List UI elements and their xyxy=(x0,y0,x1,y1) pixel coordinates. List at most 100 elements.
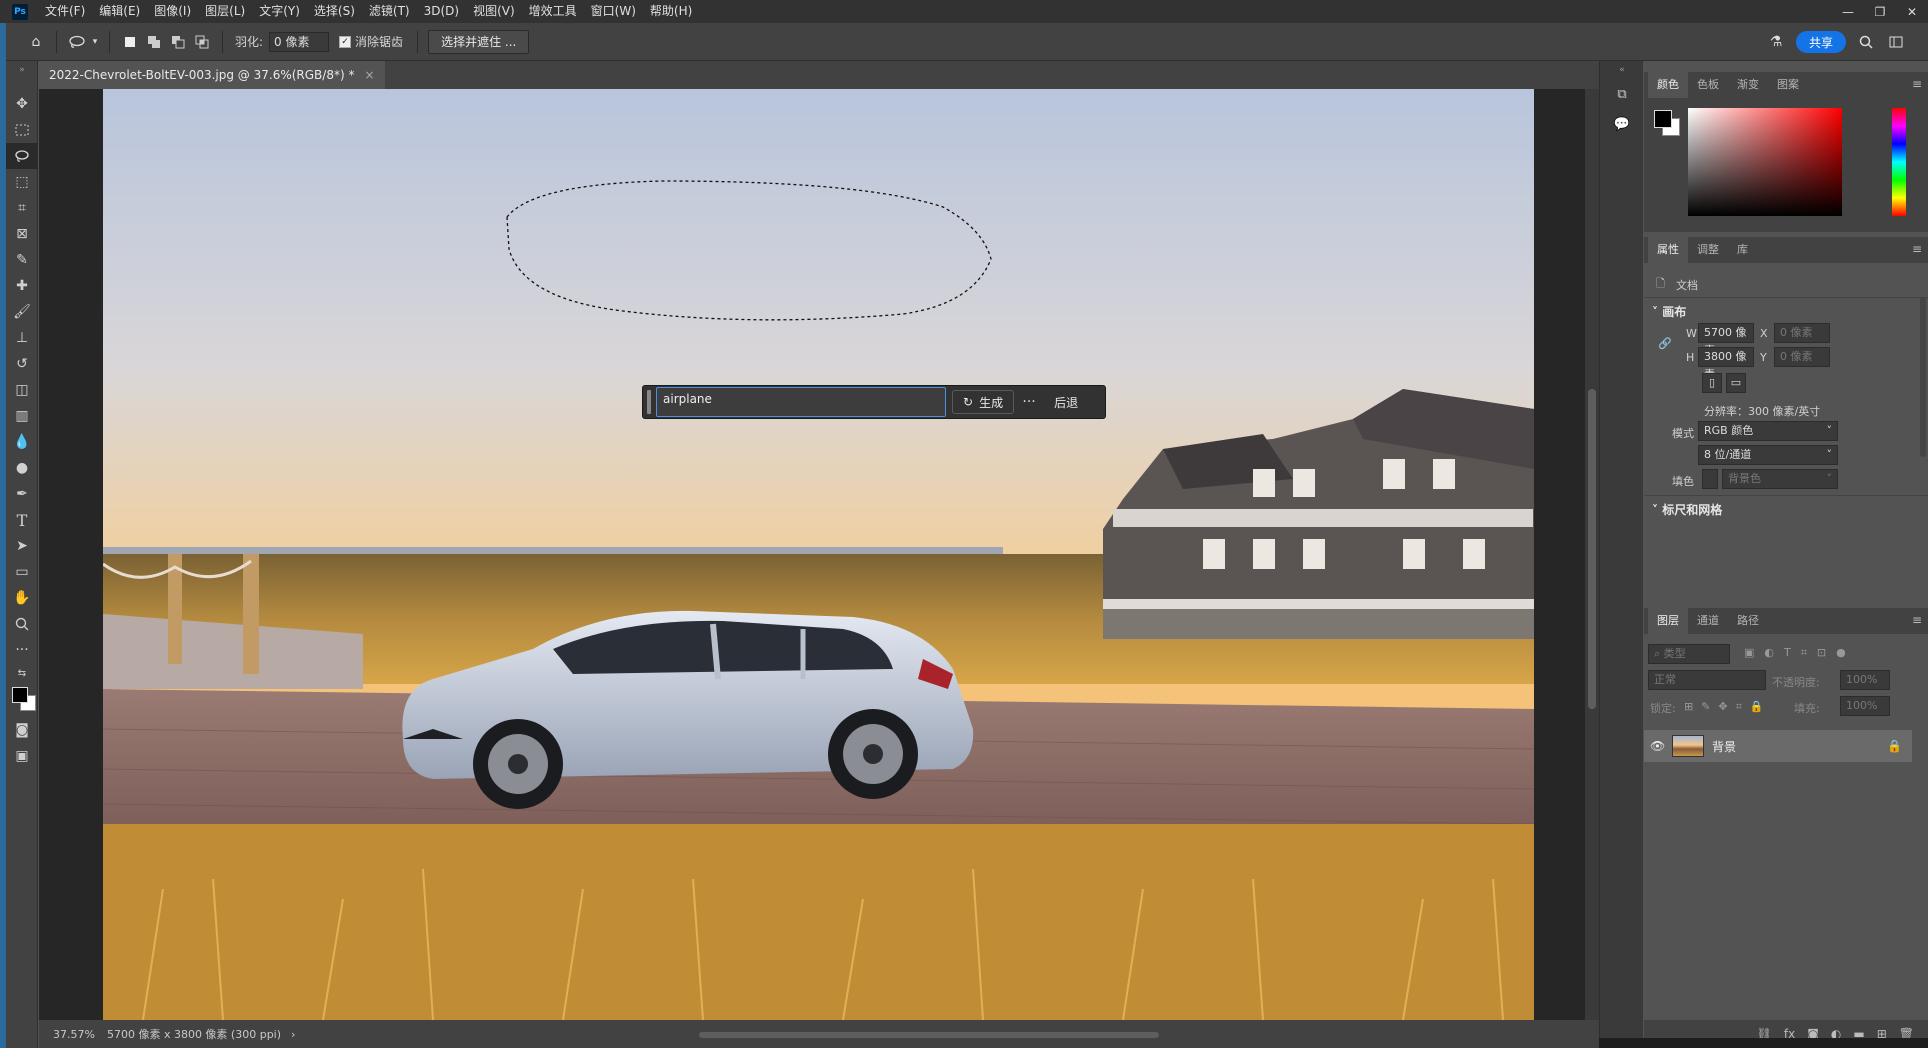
menu-window[interactable]: 窗口(W) xyxy=(584,0,643,23)
layer-filter-select[interactable]: ⌕ 类型 xyxy=(1648,644,1730,664)
restore-icon[interactable]: ❐ xyxy=(1864,0,1896,23)
menu-3d[interactable]: 3D(D) xyxy=(417,0,466,23)
foreground-color-swatch[interactable] xyxy=(1654,110,1672,128)
share-button[interactable]: 共享 xyxy=(1796,31,1846,53)
back-button[interactable]: 后退 xyxy=(1044,394,1088,411)
select-and-mask-button[interactable]: 选择并遮住 ... xyxy=(428,29,530,54)
link-dimensions-icon[interactable]: 🔗 xyxy=(1658,337,1672,350)
path-selection-icon[interactable]: ➤ xyxy=(6,533,38,559)
tab-channels[interactable]: 通道 xyxy=(1688,608,1728,634)
x-input[interactable]: 0 像素 xyxy=(1774,323,1830,343)
width-input[interactable]: 5700 像素 xyxy=(1698,323,1754,357)
stamp-tool-icon[interactable]: ⊥ xyxy=(6,325,38,351)
canvas-section-toggle[interactable]: ˅ 画布 xyxy=(1652,303,1686,320)
scrollbar-thumb[interactable] xyxy=(1588,389,1596,709)
menu-help[interactable]: 帮助(H) xyxy=(643,0,699,23)
add-selection-icon[interactable] xyxy=(142,30,166,54)
tab-libraries[interactable]: 库 xyxy=(1728,237,1757,263)
eraser-tool-icon[interactable]: ◫ xyxy=(6,377,38,403)
landscape-orientation-icon[interactable]: ▭ xyxy=(1726,373,1746,393)
properties-scrollbar[interactable] xyxy=(1920,297,1926,457)
panel-menu-icon[interactable]: ≡ xyxy=(1912,613,1922,627)
brush-tool-icon[interactable]: 🖌 xyxy=(6,299,38,325)
panel-menu-icon[interactable]: ≡ xyxy=(1912,77,1922,91)
gradient-tool-icon[interactable]: ▥ xyxy=(6,403,38,429)
color-swatches[interactable] xyxy=(6,683,38,717)
intersect-selection-icon[interactable] xyxy=(190,30,214,54)
tab-layers[interactable]: 图层 xyxy=(1648,608,1688,634)
tab-adjustments[interactable]: 调整 xyxy=(1688,237,1728,263)
layer-name[interactable]: 背景 xyxy=(1712,738,1736,755)
blur-tool-icon[interactable]: 💧 xyxy=(6,429,38,455)
tab-color[interactable]: 颜色 xyxy=(1648,72,1688,98)
eyedropper-tool-icon[interactable]: ✎ xyxy=(6,247,38,273)
pen-tool-icon[interactable]: ✒ xyxy=(6,481,38,507)
menu-file[interactable]: 文件(F) xyxy=(38,0,92,23)
menu-layer[interactable]: 图层(L) xyxy=(198,0,252,23)
more-tools-icon[interactable]: ··· xyxy=(6,637,38,663)
comments-panel-icon[interactable]: 💬 xyxy=(1600,109,1644,139)
generate-button[interactable]: ↻ 生成 xyxy=(952,390,1015,414)
fill-opacity-input[interactable]: 100% xyxy=(1840,696,1890,716)
dodge-tool-icon[interactable]: ● xyxy=(6,455,38,481)
tab-patterns[interactable]: 图案 xyxy=(1768,72,1808,98)
fill-color-swatch[interactable] xyxy=(1702,469,1718,489)
canvas-area[interactable] xyxy=(39,89,1599,1020)
status-menu-arrow[interactable]: › xyxy=(291,1028,295,1041)
layer-filter-icons[interactable]: ▣◐T⌗⊡● xyxy=(1744,646,1856,660)
home-icon[interactable]: ⌂ xyxy=(24,30,48,54)
prompt-input[interactable]: airplane xyxy=(656,387,946,417)
tab-properties[interactable]: 属性 xyxy=(1648,237,1688,263)
move-tool-icon[interactable]: ✥ xyxy=(6,91,38,117)
tab-paths[interactable]: 路径 xyxy=(1728,608,1768,634)
layer-row[interactable]: 👁 背景 🔒 xyxy=(1644,730,1912,762)
swap-colors-icon[interactable]: ⇆ xyxy=(6,663,38,683)
lock-icon[interactable]: 🔒 xyxy=(1887,739,1902,753)
document-image[interactable] xyxy=(103,89,1534,1020)
history-panel-icon[interactable]: ⧉ xyxy=(1600,79,1644,109)
hand-tool-icon[interactable]: ✋ xyxy=(6,585,38,611)
y-input[interactable]: 0 像素 xyxy=(1774,347,1830,367)
workspace-icon[interactable] xyxy=(1884,30,1908,54)
vertical-scrollbar[interactable] xyxy=(1585,89,1599,1020)
type-tool-icon[interactable]: T xyxy=(6,507,38,533)
minimize-icon[interactable]: — xyxy=(1832,0,1864,23)
tab-gradients[interactable]: 渐变 xyxy=(1728,72,1768,98)
collapse-panels-icon[interactable]: « xyxy=(1600,61,1644,79)
close-tab-icon[interactable]: × xyxy=(364,68,374,82)
object-selection-tool-icon[interactable]: ⬚ xyxy=(6,169,38,195)
hue-slider[interactable] xyxy=(1892,108,1906,216)
menu-plugins[interactable]: 增效工具 xyxy=(522,0,584,23)
screen-mode-icon[interactable]: ▣ xyxy=(6,743,38,769)
panel-menu-icon[interactable]: ≡ xyxy=(1912,242,1922,256)
history-brush-icon[interactable]: ↺ xyxy=(6,351,38,377)
zoom-tool-icon[interactable] xyxy=(6,611,38,637)
close-window-icon[interactable]: ✕ xyxy=(1896,0,1928,23)
marquee-tool-icon[interactable] xyxy=(6,117,38,143)
menu-view[interactable]: 视图(V) xyxy=(466,0,522,23)
subtract-selection-icon[interactable] xyxy=(166,30,190,54)
menu-edit[interactable]: 编辑(E) xyxy=(92,0,147,23)
portrait-orientation-icon[interactable]: ▯ xyxy=(1702,373,1722,393)
quick-mask-icon[interactable]: ◙ xyxy=(6,717,38,743)
flask-icon[interactable]: ⚗ xyxy=(1764,30,1788,54)
antialias-checkbox[interactable]: ✓ xyxy=(339,35,352,48)
lock-options-icons[interactable]: ⊞✎✥⌗🔒 xyxy=(1684,700,1772,714)
rulers-section-toggle[interactable]: ˅ 标尺和网格 xyxy=(1652,501,1722,518)
menu-type[interactable]: 文字(Y) xyxy=(252,0,307,23)
color-picker-field[interactable] xyxy=(1688,108,1842,216)
height-input[interactable]: 3800 像素 xyxy=(1698,347,1754,381)
healing-brush-icon[interactable]: ✚ xyxy=(6,273,38,299)
tab-swatches[interactable]: 色板 xyxy=(1688,72,1728,98)
new-selection-icon[interactable] xyxy=(118,30,142,54)
foreground-color-swatch[interactable] xyxy=(12,687,28,703)
chevron-down-icon[interactable]: ▾ xyxy=(89,30,101,54)
bit-depth-select[interactable]: 8 位/通道 ˅ xyxy=(1698,445,1838,465)
document-tab[interactable]: 2022-Chevrolet-BoltEV-003.jpg @ 37.6%(RG… xyxy=(39,61,385,89)
lasso-tool-icon[interactable] xyxy=(6,143,38,169)
menu-filter[interactable]: 滤镜(T) xyxy=(362,0,417,23)
lasso-tool-icon[interactable] xyxy=(65,30,89,54)
menu-select[interactable]: 选择(S) xyxy=(307,0,362,23)
opacity-input[interactable]: 100% xyxy=(1840,670,1890,690)
crop-tool-icon[interactable]: ⌗ xyxy=(6,195,38,221)
